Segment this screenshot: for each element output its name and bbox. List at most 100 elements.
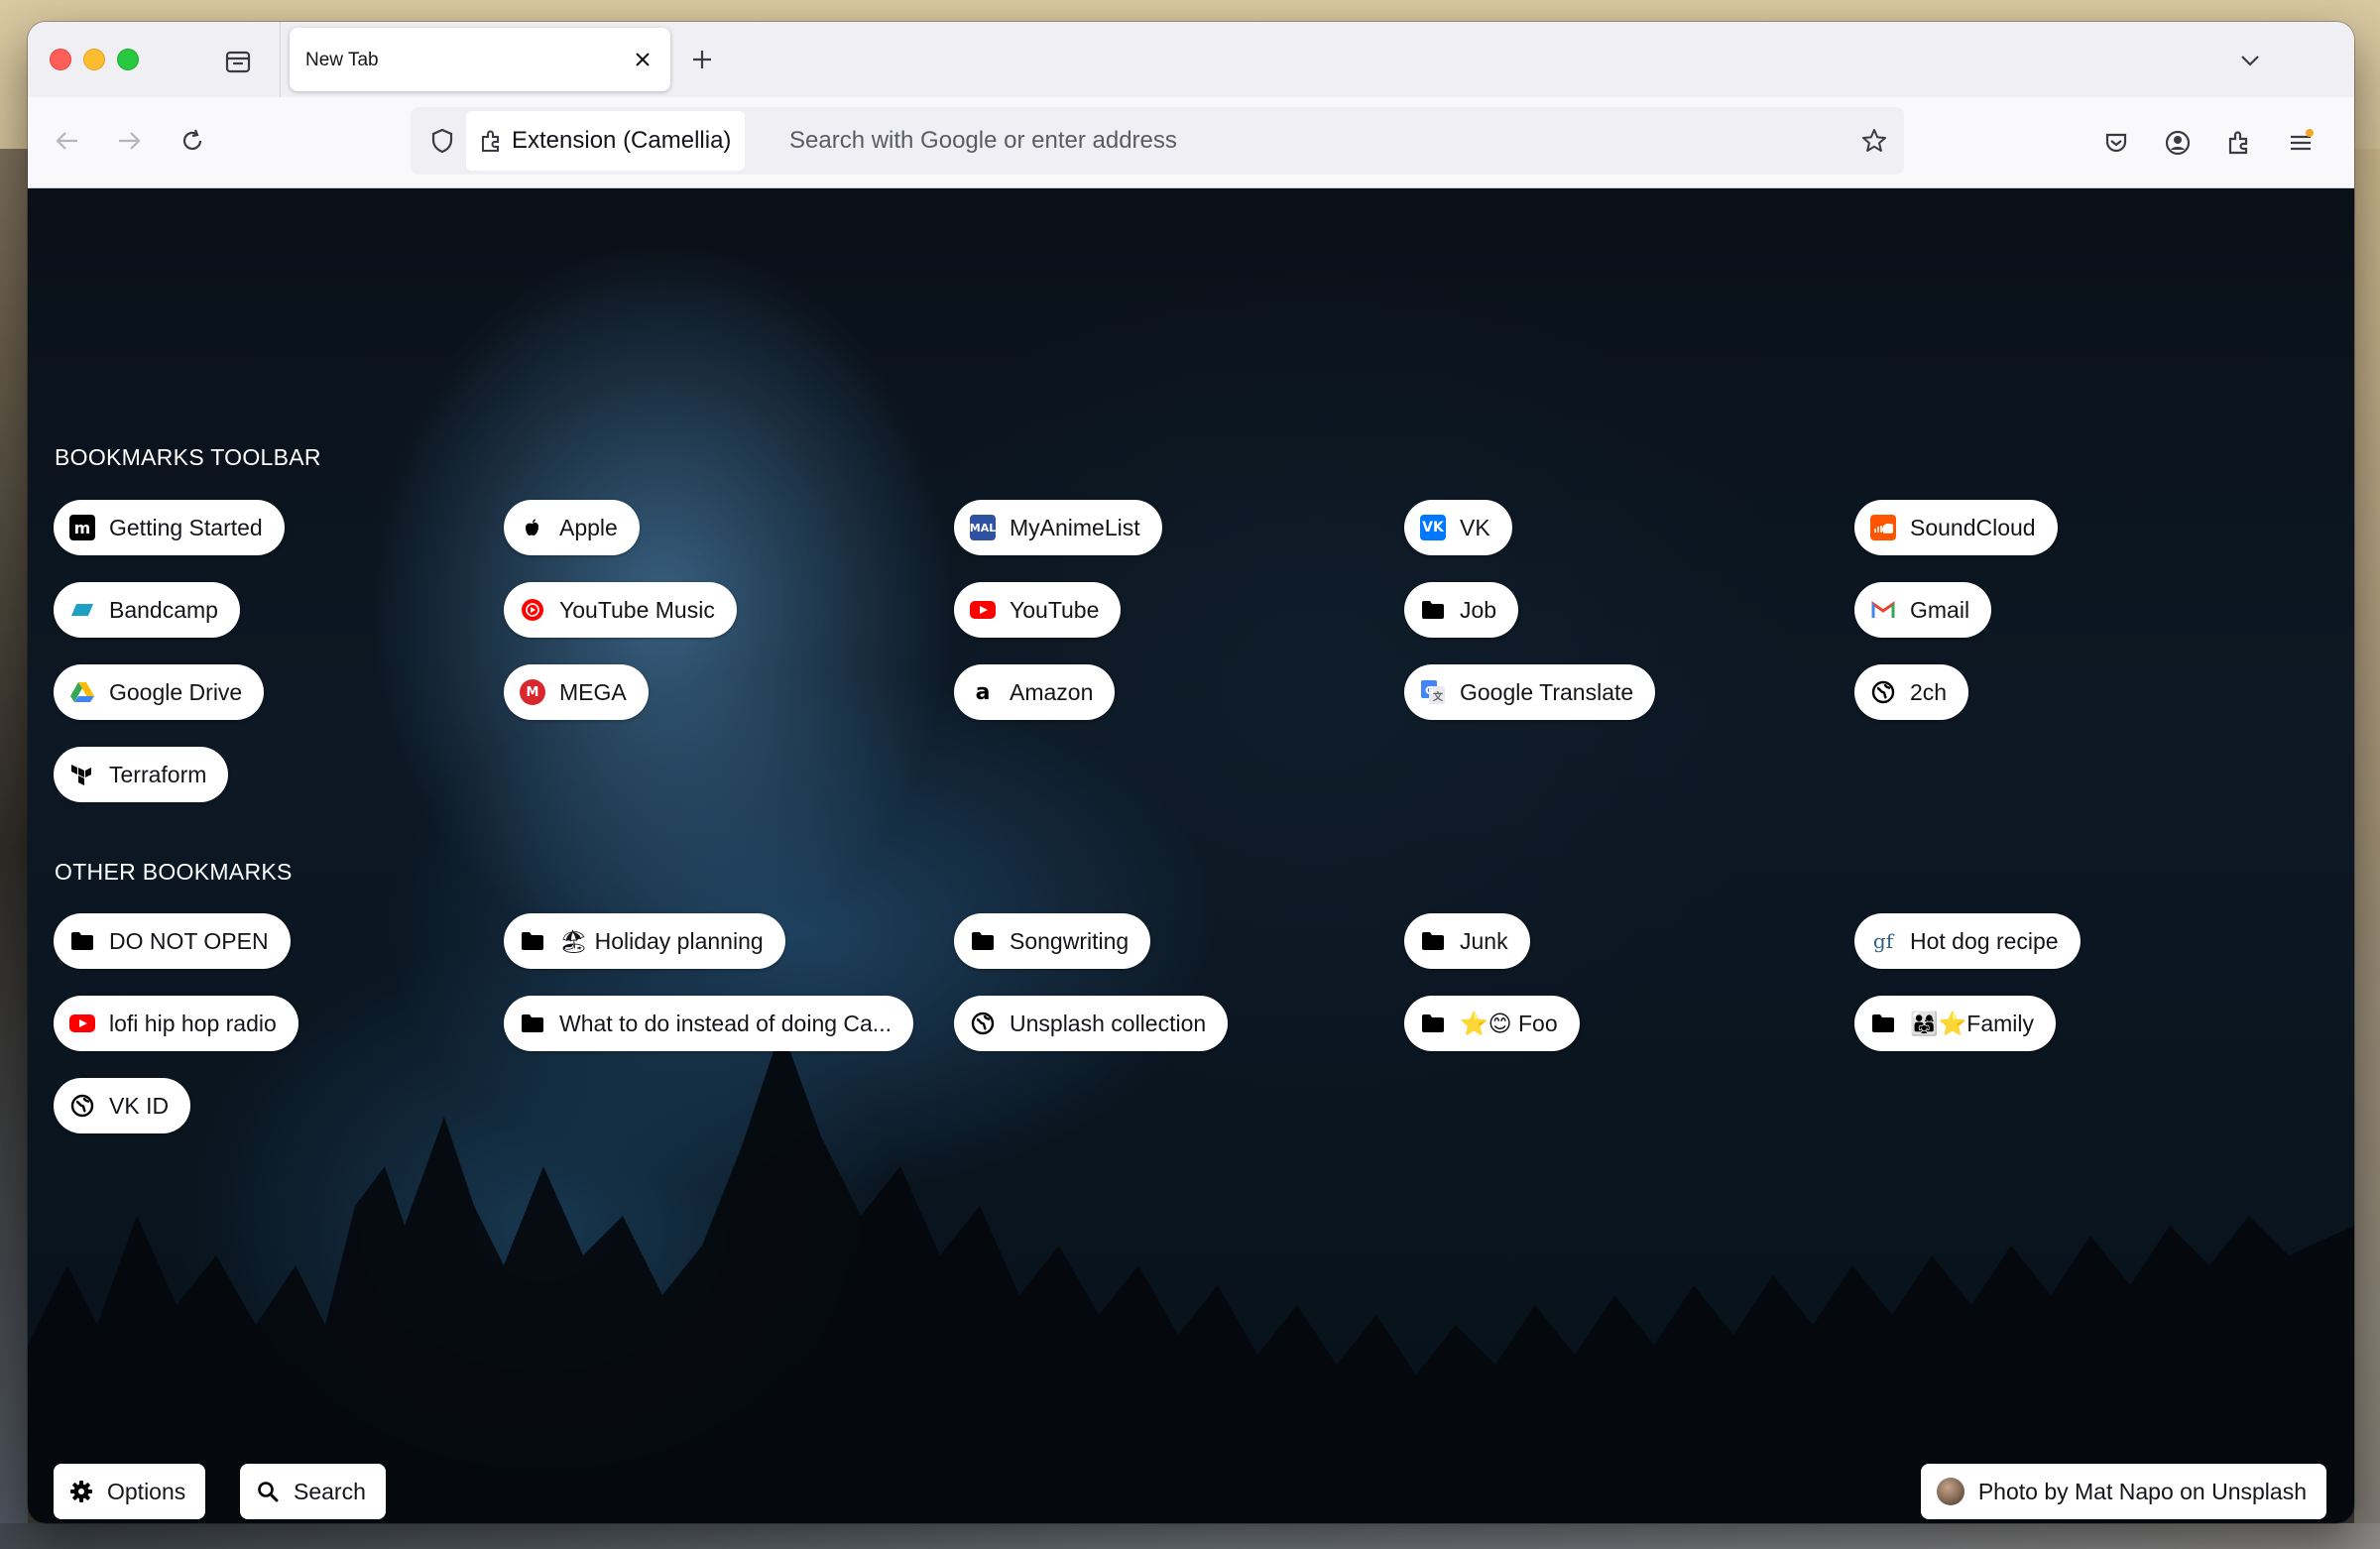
mozilla-icon: m xyxy=(69,515,95,540)
search-icon xyxy=(258,1482,279,1502)
youtube-icon xyxy=(69,1011,95,1036)
chevron-down-icon xyxy=(2241,56,2259,66)
bookmark-unsplash-collection[interactable]: Unsplash collection xyxy=(954,996,1229,1051)
bookmark-hot-dog-recipe[interactable]: gf Hot dog recipe xyxy=(1854,913,2081,969)
tab-new-tab[interactable]: New Tab xyxy=(290,28,670,91)
hamburger-menu-icon xyxy=(2291,129,2314,151)
apple-icon xyxy=(520,515,545,540)
bookmark-vk[interactable]: VK VK xyxy=(1404,500,1512,555)
bookmark-folder-family[interactable]: 👨‍👩‍👧⭐Family xyxy=(1854,996,2056,1051)
forward-button[interactable] xyxy=(107,119,151,163)
tab-separator xyxy=(280,22,281,97)
firefox-view-button[interactable] xyxy=(222,46,254,77)
bookmark-vk-id[interactable]: VK ID xyxy=(54,1078,191,1133)
bookmark-folder-what-to-do[interactable]: What to do instead of doing Ca... xyxy=(504,996,913,1051)
photographer-avatar xyxy=(1936,1478,1964,1505)
bookmark-gmail[interactable]: Gmail xyxy=(1854,582,1992,638)
vk-icon: VK xyxy=(1420,515,1446,540)
bookmark-terraform[interactable]: Terraform xyxy=(54,747,229,802)
myanimelist-icon: MAL xyxy=(970,515,996,540)
address-bar[interactable]: Extension (Camellia) Search with Google … xyxy=(411,107,1904,175)
bookmark-youtube[interactable]: YouTube xyxy=(954,582,1122,638)
puzzle-icon xyxy=(482,130,499,152)
bookmark-google-drive[interactable]: Google Drive xyxy=(54,664,265,720)
google-translate-icon: G文 xyxy=(1420,679,1446,705)
folder-icon xyxy=(1420,928,1446,954)
desktop-wallpaper-right xyxy=(2354,149,2380,1549)
bookmark-mega[interactable]: M MEGA xyxy=(504,664,649,720)
minimize-window-button[interactable] xyxy=(83,49,105,70)
folder-icon xyxy=(970,928,996,954)
bookmark-lofi-hip-hop-radio[interactable]: lofi hip hop radio xyxy=(54,996,298,1051)
extension-identity-chip[interactable]: Extension (Camellia) xyxy=(466,111,746,171)
navigation-toolbar: Extension (Camellia) Search with Google … xyxy=(28,97,2354,188)
arrow-right-icon xyxy=(119,132,141,150)
star-icon xyxy=(1862,129,1886,152)
new-tab-button[interactable] xyxy=(686,44,718,75)
bookmark-youtube-music[interactable]: YouTube Music xyxy=(504,582,737,638)
list-all-tabs-button[interactable] xyxy=(2235,46,2265,75)
folder-icon xyxy=(1420,1011,1446,1036)
terraform-icon xyxy=(69,762,95,787)
gear-icon xyxy=(70,1481,92,1502)
globe-icon xyxy=(1870,679,1896,705)
zoom-window-button[interactable] xyxy=(117,49,139,70)
photo-credit-link[interactable]: Photo by Mat Napo on Unsplash xyxy=(1920,1464,2326,1519)
desktop-wallpaper-bottom xyxy=(0,1523,2380,1549)
extension-label: Extension (Camellia) xyxy=(512,127,732,154)
bookmark-folder-holiday-planning[interactable]: 🏖 Holiday planning xyxy=(504,913,785,969)
tab-title: New Tab xyxy=(305,50,379,70)
bookmark-folder-job[interactable]: Job xyxy=(1404,582,1519,638)
gf-icon: gf xyxy=(1872,929,1894,953)
app-menu-button[interactable] xyxy=(2279,121,2322,165)
other-bookmarks-heading: OTHER BOOKMARKS xyxy=(55,859,293,885)
search-label: Search xyxy=(294,1478,366,1504)
bookmark-2ch[interactable]: 2ch xyxy=(1854,664,1969,720)
shield-icon xyxy=(431,128,453,154)
folder-icon xyxy=(1870,1011,1896,1036)
puzzle-icon xyxy=(2228,131,2248,155)
address-placeholder: Search with Google or enter address xyxy=(789,127,1177,154)
folder-icon xyxy=(69,928,95,954)
desktop-wallpaper-left xyxy=(0,149,28,1549)
photo-credit-label: Photo by Mat Napo on Unsplash xyxy=(1977,1478,2307,1504)
bookmark-bandcamp[interactable]: Bandcamp xyxy=(54,582,240,638)
options-label: Options xyxy=(107,1478,186,1504)
back-button[interactable] xyxy=(46,119,89,163)
youtube-music-icon xyxy=(520,597,545,623)
bookmark-amazon[interactable]: a Amazon xyxy=(954,664,1116,720)
tracking-protection-button[interactable] xyxy=(422,121,462,161)
options-button[interactable]: Options xyxy=(54,1464,206,1519)
account-button[interactable] xyxy=(2156,121,2200,165)
bookmark-apple[interactable]: Apple xyxy=(504,500,640,555)
bookmark-soundcloud[interactable]: SoundCloud xyxy=(1854,500,2058,555)
bookmark-myanimelist[interactable]: MAL MyAnimeList xyxy=(954,500,1162,555)
bookmarks-toolbar-heading: BOOKMARKS TOOLBAR xyxy=(55,444,321,470)
plus-icon xyxy=(693,51,711,68)
bookmark-folder-foo[interactable]: ⭐😊 Foo xyxy=(1404,996,1580,1051)
browser-window: New Tab Extension (Camellia) Search with… xyxy=(28,22,2354,1523)
firefox-view-icon xyxy=(225,51,251,73)
globe-icon xyxy=(970,1011,996,1036)
extensions-button[interactable] xyxy=(2217,121,2261,165)
globe-icon xyxy=(69,1093,95,1119)
gmail-icon xyxy=(1870,597,1896,623)
close-window-button[interactable] xyxy=(50,49,71,70)
bookmark-google-translate[interactable]: G文 Google Translate xyxy=(1404,664,1656,720)
bookmark-getting-started[interactable]: m Getting Started xyxy=(54,500,285,555)
pocket-button[interactable] xyxy=(2094,121,2138,165)
google-drive-icon xyxy=(69,679,95,705)
folder-icon xyxy=(520,1011,545,1036)
tab-close-button[interactable] xyxy=(629,46,656,73)
tab-strip: New Tab xyxy=(28,22,2354,97)
close-icon xyxy=(636,53,650,66)
search-button[interactable]: Search xyxy=(240,1464,386,1519)
bookmark-folder-songwriting[interactable]: Songwriting xyxy=(954,913,1151,969)
bookmark-folder-junk[interactable]: Junk xyxy=(1404,913,1530,969)
reload-button[interactable] xyxy=(171,119,214,163)
mega-icon: M xyxy=(520,679,545,705)
amazon-icon: a xyxy=(975,679,991,705)
pocket-icon xyxy=(2105,133,2127,153)
bookmark-folder-do-not-open[interactable]: DO NOT OPEN xyxy=(54,913,291,969)
bookmark-star-button[interactable] xyxy=(1854,121,1894,161)
